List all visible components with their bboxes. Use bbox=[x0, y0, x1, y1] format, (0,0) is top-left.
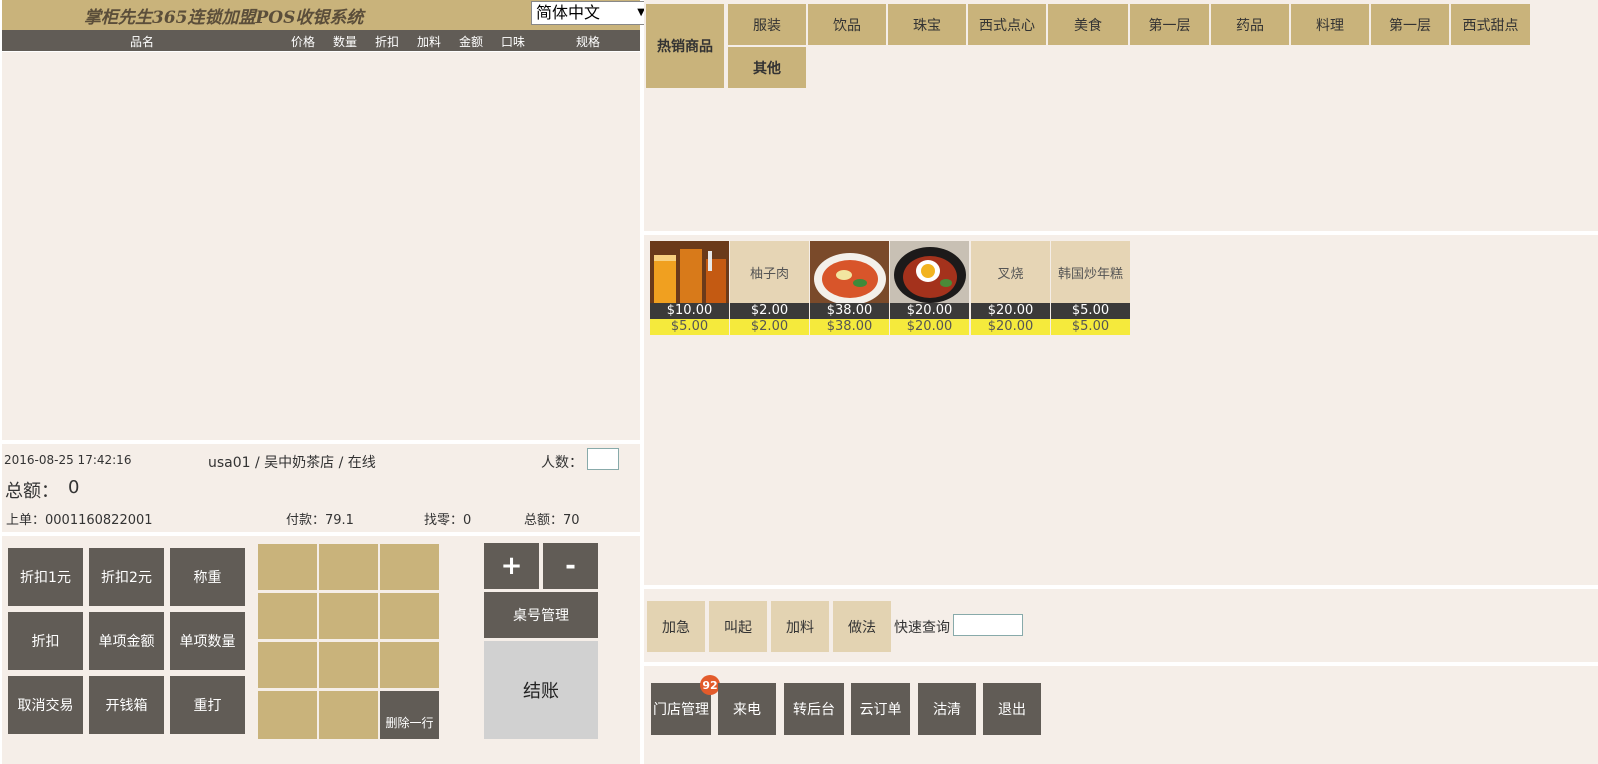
cooking-method-button[interactable]: 做法 bbox=[833, 601, 891, 652]
total-label: 总额： bbox=[5, 481, 59, 502]
product-price: $5.00 bbox=[1051, 303, 1130, 319]
category-first-floor-2[interactable]: 第一层 bbox=[1371, 4, 1449, 45]
delete-row-button[interactable]: 删除一行 bbox=[380, 691, 439, 739]
keypad-tile[interactable] bbox=[380, 642, 439, 688]
discount-button[interactable]: 折扣 bbox=[8, 612, 83, 670]
category-drinks[interactable]: 饮品 bbox=[808, 4, 886, 45]
egg-rice-bowl-photo bbox=[890, 241, 969, 303]
order-info-panel: 2016-08-25 17:42:16 usa01 / 吴中奶茶店 / 在线 人… bbox=[2, 444, 640, 532]
people-input[interactable] bbox=[587, 448, 619, 470]
product-price: $38.00 bbox=[810, 303, 889, 319]
col-spec: 规格 bbox=[575, 35, 600, 49]
keypad-tile[interactable] bbox=[258, 544, 317, 590]
quick-search-label: 快速查询 bbox=[894, 620, 950, 636]
product-tile[interactable]: $20.00 $20.00 bbox=[890, 241, 969, 335]
product-member-price: $20.00 bbox=[971, 319, 1050, 335]
col-amount: 金额 bbox=[458, 35, 483, 49]
change-amount: 找零：0 bbox=[424, 513, 472, 528]
user-store: usa01 / 吴中奶茶店 / 在线 bbox=[208, 455, 376, 471]
language-value: 简体中文 bbox=[536, 3, 601, 22]
col-price: 价格 bbox=[290, 35, 315, 49]
category-first-floor[interactable]: 第一层 bbox=[1130, 4, 1209, 45]
keypad-tile[interactable] bbox=[380, 593, 439, 639]
product-tile[interactable]: 柚子肉 $2.00 $2.00 bbox=[730, 241, 809, 335]
category-western-pastry[interactable]: 西式点心 bbox=[968, 4, 1046, 45]
keypad-tile[interactable] bbox=[258, 593, 317, 639]
product-member-price: $2.00 bbox=[730, 319, 809, 335]
col-flavor: 口味 bbox=[500, 35, 525, 49]
product-name: 柚子肉 bbox=[730, 241, 809, 303]
app-title: 掌柜先生365连锁加盟POS收银系统 bbox=[84, 8, 364, 28]
minus-button[interactable]: - bbox=[543, 543, 598, 589]
notification-badge: 92 bbox=[700, 675, 720, 695]
product-member-price: $5.00 bbox=[1051, 319, 1130, 335]
sum-amount: 总额：70 bbox=[524, 513, 580, 528]
product-name: 叉烧 bbox=[971, 241, 1050, 303]
checkout-button[interactable]: 结账 bbox=[484, 641, 598, 739]
keypad-tile[interactable] bbox=[258, 691, 317, 739]
product-tile[interactable]: $10.00 $5.00 bbox=[650, 241, 729, 335]
product-price: $20.00 bbox=[890, 303, 969, 319]
product-member-price: $20.00 bbox=[890, 319, 969, 335]
open-drawer-button[interactable]: 开钱箱 bbox=[89, 676, 164, 734]
keypad-tile[interactable] bbox=[258, 642, 317, 688]
exit-button[interactable]: 退出 bbox=[983, 683, 1041, 735]
discount-1-button[interactable]: 折扣1元 bbox=[8, 548, 83, 606]
quick-search-input[interactable] bbox=[953, 614, 1023, 636]
col-qty: 数量 bbox=[332, 35, 357, 49]
category-hot[interactable]: 热销商品 bbox=[646, 4, 724, 88]
col-name: 品名 bbox=[129, 35, 154, 49]
people-label: 人数： bbox=[541, 455, 583, 471]
reprint-button[interactable]: 重打 bbox=[170, 676, 245, 734]
category-clothing[interactable]: 服装 bbox=[728, 4, 806, 45]
product-price: $20.00 bbox=[971, 303, 1050, 319]
keypad-tile[interactable] bbox=[319, 593, 378, 639]
category-other[interactable]: 其他 bbox=[728, 47, 806, 88]
product-price: $2.00 bbox=[730, 303, 809, 319]
keypad-tile[interactable] bbox=[319, 544, 378, 590]
category-food[interactable]: 美食 bbox=[1048, 4, 1128, 45]
noodle-soup-photo bbox=[810, 241, 889, 305]
category-western-dessert[interactable]: 西式甜点 bbox=[1451, 4, 1530, 45]
keypad-tile[interactable] bbox=[319, 642, 378, 688]
product-name: 韩国炒年糕 bbox=[1051, 241, 1130, 303]
category-cuisine[interactable]: 料理 bbox=[1291, 4, 1369, 45]
product-tile[interactable]: 叉烧 $20.00 $20.00 bbox=[971, 241, 1050, 335]
urgent-button[interactable]: 加急 bbox=[647, 601, 705, 652]
total-value: 0 bbox=[68, 477, 80, 498]
call-up-button[interactable]: 叫起 bbox=[709, 601, 767, 652]
datetime: 2016-08-25 17:42:16 bbox=[4, 453, 132, 467]
weigh-button[interactable]: 称重 bbox=[170, 548, 245, 606]
keypad-tile[interactable] bbox=[319, 691, 378, 739]
paid-amount: 付款：79.1 bbox=[286, 513, 354, 528]
category-medicine[interactable]: 药品 bbox=[1211, 4, 1289, 45]
product-tile[interactable]: $38.00 $38.00 bbox=[810, 241, 889, 335]
product-price: $10.00 bbox=[650, 303, 729, 319]
cancel-transaction-button[interactable]: 取消交易 bbox=[8, 676, 83, 734]
item-quantity-button[interactable]: 单项数量 bbox=[170, 612, 245, 670]
category-jewelry[interactable]: 珠宝 bbox=[888, 4, 966, 45]
product-member-price: $38.00 bbox=[810, 319, 889, 335]
add-on-button[interactable]: 加料 bbox=[771, 601, 829, 652]
backend-button[interactable]: 转后台 bbox=[784, 683, 844, 735]
product-member-price: $5.00 bbox=[650, 319, 729, 335]
plus-button[interactable]: + bbox=[484, 543, 539, 589]
drinks-photo bbox=[650, 241, 729, 303]
incoming-call-button[interactable]: 来电 bbox=[718, 683, 776, 735]
order-list[interactable] bbox=[2, 52, 640, 440]
col-discount: 折扣 bbox=[374, 35, 399, 49]
product-tile[interactable]: 韩国炒年糕 $5.00 $5.00 bbox=[1051, 241, 1130, 335]
col-addon: 加料 bbox=[416, 35, 441, 49]
order-table-header: 品名 价格 数量 折扣 加料 金额 口味 规格 bbox=[2, 30, 640, 51]
table-management-button[interactable]: 桌号管理 bbox=[484, 592, 598, 638]
sold-out-button[interactable]: 沽清 bbox=[918, 683, 976, 735]
keypad-tile[interactable] bbox=[380, 544, 439, 590]
cloud-orders-button[interactable]: 云订单 bbox=[851, 683, 910, 735]
last-order: 上单：0001160822001 bbox=[6, 513, 153, 528]
language-select[interactable]: 简体中文 ▼ bbox=[531, 1, 652, 25]
item-amount-button[interactable]: 单项金额 bbox=[89, 612, 164, 670]
discount-2-button[interactable]: 折扣2元 bbox=[89, 548, 164, 606]
